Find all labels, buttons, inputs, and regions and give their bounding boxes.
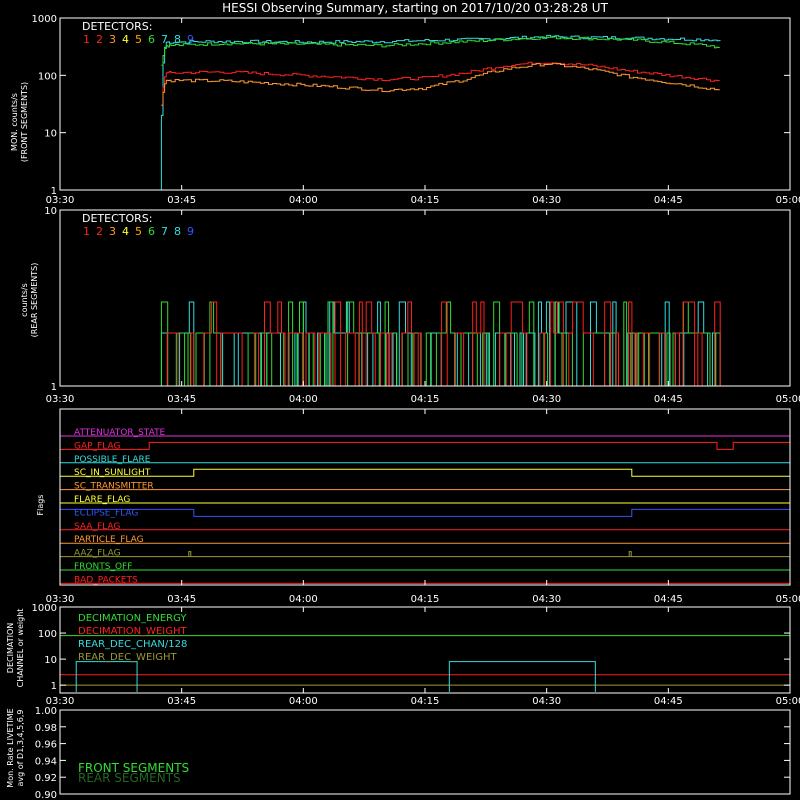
panel2-ylabel-line1: counts/s bbox=[20, 283, 29, 317]
x-tick-label: 04:30 bbox=[532, 195, 561, 206]
x-tick-label: 04:45 bbox=[654, 394, 683, 405]
detector-legend-item: 1 bbox=[83, 33, 90, 46]
y-tick-label: 0.90 bbox=[35, 790, 57, 800]
y-tick-label: 0.98 bbox=[35, 723, 57, 734]
x-tick-label: 04:00 bbox=[289, 394, 318, 405]
detector-legend-item: 7 bbox=[161, 225, 168, 238]
panel1-ylabel-line1: MON. counts/s bbox=[10, 93, 19, 151]
x-tick-label: 04:30 bbox=[532, 696, 561, 707]
y-tick-label: 100 bbox=[38, 629, 57, 640]
panel4-ylabel-line2: CHANNEL or weight bbox=[16, 609, 25, 688]
detector-legend-item: 8 bbox=[174, 225, 181, 238]
x-tick-label: 03:30 bbox=[46, 394, 75, 405]
detector-legend-item: 6 bbox=[148, 225, 155, 238]
decimation-legend-item: DECIMATION_ENERGY bbox=[78, 613, 187, 624]
y-tick-label: 0.94 bbox=[35, 756, 57, 767]
x-tick-label: 04:15 bbox=[411, 394, 440, 405]
x-tick-label: 04:45 bbox=[654, 696, 683, 707]
panel1-legend-title: DETECTORS: bbox=[82, 20, 152, 33]
panel3-ylabel: Flags bbox=[36, 495, 45, 516]
x-tick-label: 03:30 bbox=[46, 696, 75, 707]
decimation-legend-item: REAR_DEC_CHAN/128 bbox=[78, 639, 187, 650]
x-tick-label: 05:00 bbox=[776, 696, 800, 707]
observing-summary-figure: HESSI Observing Summary, starting on 201… bbox=[0, 0, 800, 800]
detector-legend-item: 3 bbox=[109, 225, 116, 238]
x-tick-label: 04:15 bbox=[411, 594, 440, 605]
x-tick-label: 04:00 bbox=[289, 195, 318, 206]
panel5-ylabel-line2: avg of D1,3,4,5,6,9 bbox=[16, 710, 25, 787]
y-tick-label: 1.00 bbox=[35, 706, 57, 717]
x-tick-label: 03:45 bbox=[167, 394, 196, 405]
y-tick-label: 0.92 bbox=[35, 773, 57, 784]
x-tick-label: 05:00 bbox=[776, 394, 800, 405]
x-tick-label: 04:45 bbox=[654, 594, 683, 605]
y-tick-label: 10 bbox=[44, 129, 57, 140]
detector-legend-item: 5 bbox=[135, 33, 142, 46]
detector-legend-item: 6 bbox=[148, 33, 155, 46]
x-tick-label: 03:30 bbox=[46, 594, 75, 605]
detector-legend-item: 1 bbox=[83, 225, 90, 238]
x-tick-label: 03:30 bbox=[46, 195, 75, 206]
panel4-ylabel-line1: DECIMATION bbox=[6, 623, 15, 673]
detector-legend-item: 7 bbox=[161, 33, 168, 46]
panel2-legend-title: DETECTORS: bbox=[82, 212, 152, 225]
x-tick-label: 04:30 bbox=[532, 594, 561, 605]
panel1-ylabel-line2: (FRONT SEGMENTS) bbox=[20, 82, 29, 162]
detector-legend-item: 3 bbox=[109, 33, 116, 46]
panel5-ylabel-line1: Mon. Rate LIVETIME bbox=[6, 708, 15, 787]
figure-title: HESSI Observing Summary, starting on 201… bbox=[222, 1, 608, 15]
x-tick-label: 04:00 bbox=[289, 696, 318, 707]
y-tick-label: 100 bbox=[38, 71, 57, 82]
y-tick-label: 1 bbox=[51, 681, 57, 692]
x-tick-label: 05:00 bbox=[776, 594, 800, 605]
y-tick-label: 1 bbox=[51, 382, 57, 393]
x-tick-label: 04:45 bbox=[654, 195, 683, 206]
y-tick-label: 10 bbox=[44, 655, 57, 666]
x-tick-label: 04:00 bbox=[289, 594, 318, 605]
x-tick-label: 04:15 bbox=[411, 195, 440, 206]
detector-legend-item: 5 bbox=[135, 225, 142, 238]
panel2-ylabel-line2: (REAR SEGMENTS) bbox=[30, 263, 39, 338]
flag-label: ECLIPSE_FLAG bbox=[74, 508, 138, 518]
x-tick-label: 03:45 bbox=[167, 696, 196, 707]
x-tick-label: 03:45 bbox=[167, 594, 196, 605]
x-tick-label: 05:00 bbox=[776, 195, 800, 206]
y-tick-label: 1000 bbox=[32, 14, 57, 25]
decimation-legend-item: DECIMATION_WEIGHT bbox=[78, 626, 187, 637]
detector-legend-item: 2 bbox=[96, 33, 103, 46]
detector-legend-item: 9 bbox=[187, 225, 194, 238]
panel2-detector-legend: 123456789 bbox=[83, 225, 194, 238]
x-tick-label: 03:45 bbox=[167, 195, 196, 206]
detector-legend-item: 4 bbox=[122, 225, 129, 238]
y-tick-label: 0.96 bbox=[35, 740, 57, 751]
decimation-legend-item: REAR_DEC_WEIGHT bbox=[78, 652, 177, 663]
panel5-legend-rear: REAR SEGMENTS bbox=[78, 771, 181, 785]
detector-legend-item: 4 bbox=[122, 33, 129, 46]
detector-legend-item: 2 bbox=[96, 225, 103, 238]
x-tick-label: 04:15 bbox=[411, 696, 440, 707]
x-tick-label: 04:30 bbox=[532, 394, 561, 405]
y-tick-label: 10 bbox=[44, 206, 57, 217]
